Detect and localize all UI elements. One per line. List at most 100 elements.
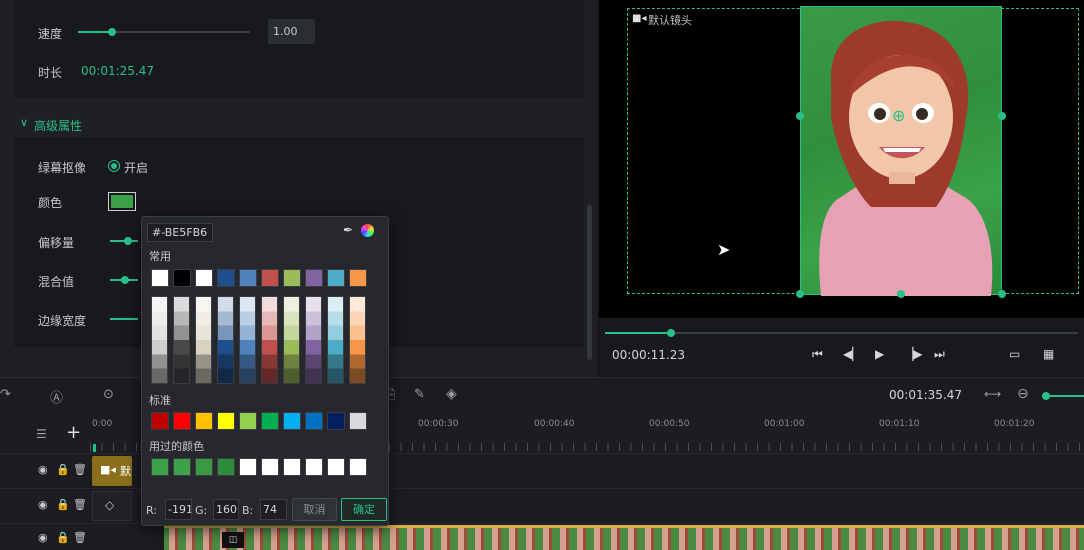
shade-column[interactable] (327, 296, 344, 384)
properties-scrollbar[interactable] (587, 205, 592, 360)
color-swatch[interactable] (239, 412, 257, 430)
camera-clip[interactable]: ■◂ 默 (92, 456, 132, 486)
resize-handle[interactable] (796, 112, 804, 120)
used-color-swatch[interactable] (173, 458, 191, 476)
color-swatch-button[interactable] (108, 192, 136, 211)
color-swatch[interactable] (349, 412, 367, 430)
hex-input[interactable]: #-BE5FB6 (147, 223, 213, 242)
speed-input[interactable]: 1.00 (268, 19, 315, 44)
effect-clip[interactable]: ◇ (92, 491, 132, 521)
trash-icon[interactable]: 🗑 (73, 531, 87, 544)
g-input[interactable]: 160 (213, 499, 239, 520)
used-color-swatch[interactable] (261, 458, 279, 476)
eye-icon[interactable]: ◉ (38, 463, 48, 476)
color-swatch[interactable] (349, 269, 367, 287)
chevron-down-icon[interactable]: ∨ (20, 116, 28, 129)
confirm-button[interactable]: 确定 (341, 498, 387, 521)
redo-icon[interactable]: ↷ (0, 387, 11, 402)
video-clip-layer[interactable] (800, 6, 1002, 296)
edit-icon[interactable]: ✎ (414, 387, 425, 402)
chroma-radio[interactable] (108, 160, 120, 172)
eyedropper-icon[interactable]: ✒ (343, 223, 353, 237)
color-swatch[interactable] (283, 269, 301, 287)
eye-icon[interactable]: ◉ (38, 498, 48, 511)
step-forward-icon[interactable]: ▕▶ (904, 347, 922, 361)
used-color-swatch[interactable] (283, 458, 301, 476)
resize-handle[interactable] (998, 290, 1006, 298)
resize-handle[interactable] (998, 112, 1006, 120)
shade-column[interactable] (239, 296, 256, 384)
color-swatch[interactable] (327, 269, 345, 287)
step-back-icon[interactable]: ◀▏ (843, 347, 861, 361)
fit-timeline-icon[interactable]: ⟷ (984, 387, 1001, 401)
color-swatch[interactable] (239, 269, 257, 287)
resize-handle[interactable] (897, 290, 905, 298)
color-swatch[interactable] (261, 412, 279, 430)
color-swatch[interactable] (283, 412, 301, 430)
used-color-swatch[interactable] (305, 458, 323, 476)
add-track-icon[interactable]: + (66, 422, 81, 443)
shade-column[interactable] (151, 296, 168, 384)
zoom-slider-knob[interactable] (1042, 392, 1050, 400)
color-swatch[interactable] (151, 412, 169, 430)
color-swatch[interactable] (261, 269, 279, 287)
color-swatch[interactable] (195, 269, 213, 287)
b-input[interactable]: 74 (260, 499, 287, 520)
anchor-crosshair-icon[interactable]: ⊕ (892, 106, 905, 125)
used-color-swatch[interactable] (217, 458, 235, 476)
color-swatch[interactable] (327, 412, 345, 430)
screen-settings-icon[interactable]: ▭ (1009, 347, 1020, 361)
color-swatch[interactable] (217, 269, 235, 287)
advanced-section-header[interactable]: 高级属性 (34, 117, 82, 134)
blend-slider-knob[interactable] (121, 276, 129, 284)
lock-keyframe-icon[interactable]: Ⓐ (50, 387, 63, 406)
edge-slider[interactable] (110, 318, 138, 320)
lock-icon[interactable]: 🔒 (56, 498, 70, 511)
skip-start-icon[interactable]: ⏮ (812, 347, 823, 362)
color-swatch[interactable] (305, 412, 323, 430)
shade-column[interactable] (283, 296, 300, 384)
speed-slider-knob[interactable] (108, 28, 116, 36)
playback-progress-track[interactable] (605, 332, 1078, 334)
playback-progress-knob[interactable] (667, 329, 676, 337)
target-icon[interactable]: ⊙ (103, 387, 114, 402)
layers-icon[interactable]: ◈ (446, 386, 457, 402)
used-color-swatch[interactable] (239, 458, 257, 476)
skip-end-icon[interactable]: ⏭ (934, 347, 945, 362)
used-color-swatch[interactable] (151, 458, 169, 476)
trash-icon[interactable]: 🗑 (73, 463, 87, 476)
playback-progress-fill (605, 332, 672, 334)
shade-column[interactable] (217, 296, 234, 384)
r-input[interactable]: -191 (165, 499, 192, 520)
play-icon[interactable]: ▶ (875, 347, 884, 361)
color-swatch[interactable] (217, 412, 235, 430)
lock-icon[interactable]: 🔒 (56, 531, 70, 544)
shade-column[interactable] (305, 296, 322, 384)
video-clip-thumbnails[interactable] (164, 525, 1084, 550)
resize-handle[interactable] (796, 290, 804, 298)
used-color-swatch[interactable] (327, 458, 345, 476)
trash-icon[interactable]: 🗑 (73, 498, 87, 511)
color-swatch[interactable] (151, 269, 169, 287)
shade-column[interactable] (261, 296, 278, 384)
zoom-out-icon[interactable]: ⊖ (1017, 386, 1029, 402)
track-settings-icon[interactable]: ☰ (36, 427, 47, 441)
shade-column[interactable] (349, 296, 366, 384)
used-color-swatch[interactable] (349, 458, 367, 476)
eye-icon[interactable]: ◉ (38, 531, 48, 544)
clip-handle-icon[interactable]: ◫ (222, 532, 244, 548)
used-color-swatch[interactable] (195, 458, 213, 476)
playhead[interactable] (93, 444, 96, 452)
color-wheel-icon[interactable] (361, 224, 374, 237)
chroma-key-label: 绿幕抠像 (38, 161, 87, 175)
shade-column[interactable] (173, 296, 190, 384)
offset-slider-knob[interactable] (124, 237, 132, 245)
color-swatch[interactable] (305, 269, 323, 287)
cancel-button[interactable]: 取消 (292, 498, 337, 521)
grid-icon[interactable]: ▦ (1043, 347, 1054, 361)
color-swatch[interactable] (195, 412, 213, 430)
color-swatch[interactable] (173, 412, 191, 430)
lock-icon[interactable]: 🔒 (56, 463, 70, 476)
shade-column[interactable] (195, 296, 212, 384)
color-swatch[interactable] (173, 269, 191, 287)
